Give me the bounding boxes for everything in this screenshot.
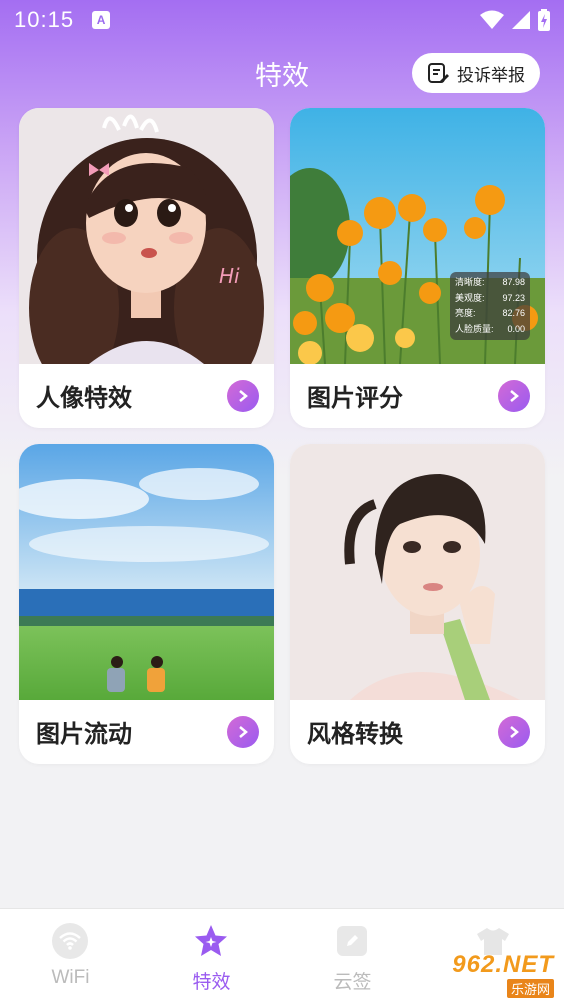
score-name: 清晰度:	[455, 277, 485, 287]
report-button[interactable]: 投诉举报	[412, 53, 540, 93]
card-label: 图片流动	[36, 721, 132, 748]
watermark-logo: 962.NET 乐游网	[424, 950, 564, 998]
sparkle-star-icon	[193, 923, 229, 959]
card-label: 图片评分	[307, 385, 403, 412]
watermark-bottom: 乐游网	[506, 978, 554, 998]
card-image-score[interactable]: 清晰度: 87.98 美观度: 97.23 亮度: 82.76 人脸质量: 0.00 图…	[290, 108, 545, 428]
card-label: 人像特效	[36, 385, 132, 412]
score-overlay: 清晰度: 87.98 美观度: 97.23 亮度: 82.76 人脸质量: 0.00	[450, 272, 530, 340]
hi-text: Hi	[219, 264, 240, 288]
score-name: 亮度:	[455, 308, 476, 318]
card-image-poppies: 清晰度: 87.98 美观度: 97.23 亮度: 82.76 人脸质量: 0.00	[290, 108, 545, 364]
card-image-painted-woman	[290, 444, 545, 700]
chevron-right-icon[interactable]	[498, 380, 530, 412]
card-portrait-effect[interactable]: Hi 人像特效	[19, 108, 274, 428]
a-badge-icon: A	[92, 11, 111, 29]
score-name: 美观度:	[455, 292, 485, 303]
watermark-top: 962.NET	[452, 950, 554, 978]
tab-label: 云签	[333, 972, 372, 993]
tab-label: WiFi	[51, 967, 90, 988]
status-time: 10:15	[14, 7, 75, 32]
wifi-signal-icon	[480, 10, 504, 29]
wifi-icon	[52, 923, 88, 959]
score-value: 0.00	[507, 323, 525, 334]
tab-cloud-sign[interactable]: 云签	[282, 909, 423, 1004]
status-bar: 10:15 A	[0, 0, 564, 40]
pencil-icon	[337, 926, 367, 956]
report-label: 投诉举报	[457, 65, 525, 85]
score-name: 人脸质量:	[455, 323, 494, 334]
chevron-right-icon[interactable]	[498, 716, 530, 748]
tab-effects[interactable]: 特效	[141, 909, 282, 1004]
card-image-lawn	[19, 444, 274, 700]
card-style-transfer[interactable]: 风格转换	[290, 444, 545, 764]
battery-icon	[538, 9, 550, 31]
card-image-flow[interactable]: 图片流动	[19, 444, 274, 764]
chevron-right-icon[interactable]	[227, 380, 259, 412]
score-value: 97.23	[502, 292, 525, 303]
tab-wifi[interactable]: WiFi	[0, 909, 141, 1004]
cell-signal-icon	[512, 11, 530, 29]
chevron-right-icon[interactable]	[227, 716, 259, 748]
score-value: 87.98	[502, 277, 525, 287]
score-value: 82.76	[502, 308, 525, 318]
report-doc-icon	[428, 63, 449, 83]
card-label: 风格转换	[307, 721, 403, 748]
card-image-cartoon-girl: Hi	[19, 108, 274, 364]
tab-label: 特效	[192, 972, 231, 993]
